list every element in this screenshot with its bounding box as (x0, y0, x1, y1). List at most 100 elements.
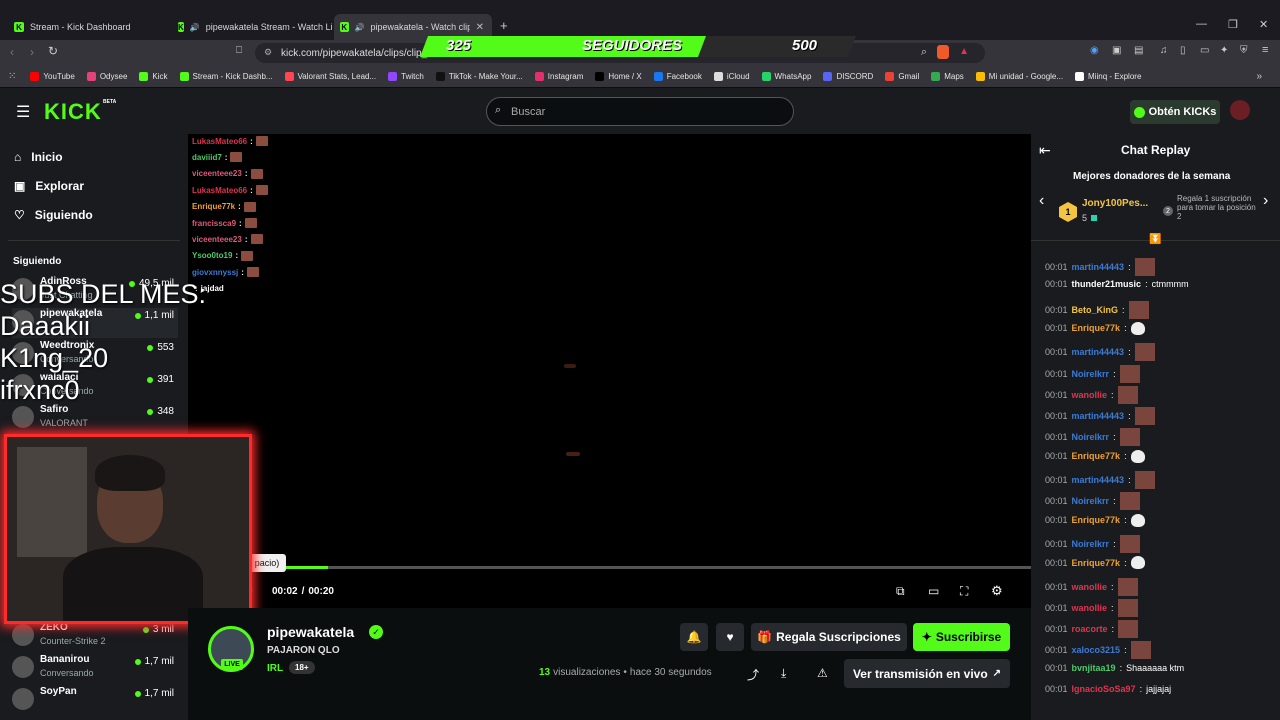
wallet-icon[interactable]: ▭ (1200, 45, 1209, 56)
rank-1-badge: 1 (1059, 202, 1077, 222)
emote-image (1117, 598, 1138, 617)
fullscreen-icon[interactable]: ⛶ (960, 584, 968, 599)
notification-bell-button[interactable]: 🔔 (680, 623, 708, 651)
video-player[interactable]: LukasMateo66: daviiid7: viceenteee23: Lukas… (188, 134, 1031, 608)
extension-icon-1[interactable]: ◉ (1090, 45, 1099, 56)
share-icon[interactable]: ⤴ (747, 666, 759, 683)
bookmark-item[interactable]: Miinq - Explore (1075, 72, 1141, 81)
report-icon[interactable]: ⚠ (817, 666, 828, 680)
nav-inicio[interactable]: ⌂ Inicio (14, 150, 63, 164)
mature-tag[interactable]: 18+ (289, 661, 315, 674)
chat-username[interactable]: Noirelkrr (1072, 496, 1110, 506)
close-tab-icon[interactable]: ✕ (476, 22, 492, 33)
followed-channel-item[interactable]: SoyPan 1,7 mil (12, 686, 178, 716)
category-tag[interactable]: IRL (267, 663, 283, 674)
chat-username[interactable]: martin44443 (1072, 262, 1125, 272)
sidebar-toggle-icon[interactable]: ▯ (1180, 45, 1186, 56)
bookmark-item[interactable]: Home / X (595, 72, 642, 81)
minimize-icon[interactable]: — (1196, 18, 1207, 30)
chat-text: ctmmmm (1151, 279, 1189, 290)
more-bookmarks-icon[interactable]: » (1256, 71, 1262, 82)
chat-username[interactable]: martin44443 (1072, 411, 1125, 421)
music-icon[interactable]: ♫ (1160, 45, 1168, 56)
chat-username[interactable]: xaloco3215 (1072, 645, 1121, 655)
nav-explorar[interactable]: ▣ Explorar (14, 179, 84, 193)
zoom-icon[interactable]: ⌕ (921, 46, 927, 59)
progress-track[interactable] (250, 566, 1031, 569)
user-avatar[interactable] (1230, 100, 1250, 120)
donors-prev-icon[interactable]: ‹ (1039, 192, 1044, 210)
bookmark-item[interactable]: Gmail (885, 72, 919, 81)
followed-channel-item[interactable]: Bananirou Conversando 1,7 mil (12, 654, 178, 684)
bookmark-item[interactable]: YouTube (30, 72, 75, 81)
scroll-down-icon[interactable]: ⏬ (1149, 234, 1161, 245)
chat-username[interactable]: wanollie (1072, 582, 1108, 592)
window-close-icon[interactable]: ✕ (1259, 18, 1268, 31)
chat-username[interactable]: Enrique77k (1072, 451, 1121, 461)
bookmark-item[interactable]: Stream - Kick Dashb... (179, 72, 273, 81)
chat-username[interactable]: bvnjitaa19 (1072, 663, 1116, 673)
bookmark-item[interactable]: Maps (931, 72, 964, 81)
bookmark-item[interactable]: WhatsApp (761, 72, 811, 81)
download-icon[interactable]: ⤓ (781, 666, 786, 681)
chat-username[interactable]: wanollie (1072, 390, 1108, 400)
bookmark-item[interactable]: Mi unidad - Google... (975, 72, 1063, 81)
nav-siguiendo[interactable]: ♡ Siguiendo (14, 208, 93, 222)
bookmark-page-icon[interactable]: ⎕ (236, 45, 242, 56)
chat-username[interactable]: roacorte (1072, 624, 1108, 634)
bookmark-item[interactable]: Twitch (388, 72, 424, 81)
leo-ai-icon[interactable]: ✦ (1220, 45, 1228, 56)
restore-icon[interactable]: ❐ (1228, 18, 1238, 31)
pip-icon[interactable]: ⧉ (896, 584, 905, 599)
followed-channel-item[interactable]: Safiro VALORANT 348 (12, 404, 178, 434)
gift-subs-button[interactable]: 🎁 Regala Suscripciones (751, 623, 907, 651)
apps-grid-icon[interactable]: ⁙ (8, 71, 16, 82)
watch-live-button[interactable]: Ver transmisión en vivo ↗ (844, 659, 1010, 688)
extension-icon-2[interactable]: ▣ (1112, 45, 1121, 56)
chat-username[interactable]: IgnacioSoSa97 (1072, 684, 1136, 694)
extension-icon-3[interactable]: ▤ (1134, 45, 1143, 56)
bookmark-item[interactable]: TikTok - Make Your... (435, 72, 523, 81)
hamburger-menu-icon[interactable]: ☰ (16, 102, 30, 122)
donors-next-icon[interactable]: › (1263, 192, 1268, 210)
channel-name[interactable]: pipewakatela (267, 624, 354, 640)
chat-username[interactable]: Noirelkrr (1072, 432, 1110, 442)
new-tab-button[interactable]: + (500, 18, 508, 33)
browser-tab-2[interactable]: K 🔊 pipewakatela Stream - Watch Live (172, 16, 332, 38)
bookmark-item[interactable]: Odysee (86, 72, 127, 81)
get-kicks-button[interactable]: Obtén KICKs (1130, 100, 1220, 124)
forward-icon[interactable]: › (30, 45, 34, 59)
chat-username[interactable]: Enrique77k (1072, 558, 1121, 568)
reload-icon[interactable]: ↻ (48, 44, 58, 58)
chat-username[interactable]: Noirelkrr (1072, 369, 1110, 379)
chat-username[interactable]: martin44443 (1072, 475, 1125, 485)
collapse-chat-icon[interactable]: ⇤ (1039, 142, 1051, 159)
bookmark-item[interactable]: Instagram (534, 72, 583, 81)
bookmark-item[interactable]: Valorant Stats, Lead... (284, 72, 376, 81)
chat-username[interactable]: thunder21music (1072, 279, 1142, 289)
follow-heart-button[interactable]: ♥ (716, 623, 744, 651)
chat-username[interactable]: Enrique77k (1072, 515, 1121, 525)
brave-shield-icon[interactable] (937, 45, 949, 59)
kick-logo[interactable]: KICK (44, 99, 102, 125)
followed-channel-item[interactable]: ZEKO Counter-Strike 23 mil (12, 622, 178, 652)
chat-username[interactable]: Noirelkrr (1072, 539, 1110, 549)
bookmark-item[interactable]: DISCORD (823, 72, 873, 81)
browser-tab-1[interactable]: K Stream - Kick Dashboard (8, 16, 168, 38)
menu-icon[interactable]: ≡ (1262, 44, 1268, 56)
chat-username[interactable]: martin44443 (1072, 347, 1125, 357)
rewards-icon[interactable]: ▲ (959, 46, 969, 57)
settings-icon[interactable]: ⚙ (991, 583, 1003, 599)
bookmark-item[interactable]: iCloud (713, 72, 750, 81)
back-icon[interactable]: ‹ (10, 45, 14, 59)
bookmark-item[interactable]: Facebook (653, 72, 702, 81)
subscribe-button[interactable]: ✦ Suscribirse (913, 623, 1010, 651)
vpn-icon[interactable]: ⛨ (1240, 45, 1248, 56)
chat-username[interactable]: wanollie (1072, 603, 1108, 613)
theater-mode-icon[interactable]: ▭ (928, 584, 939, 598)
bookmark-item[interactable]: Kick (139, 72, 168, 81)
search-input[interactable]: ⌕ Buscar (486, 97, 794, 126)
chat-username[interactable]: Beto_KinG (1072, 305, 1119, 315)
chat-username[interactable]: Enrique77k (1072, 323, 1121, 333)
site-info-icon[interactable]: ⚙ (264, 47, 272, 58)
